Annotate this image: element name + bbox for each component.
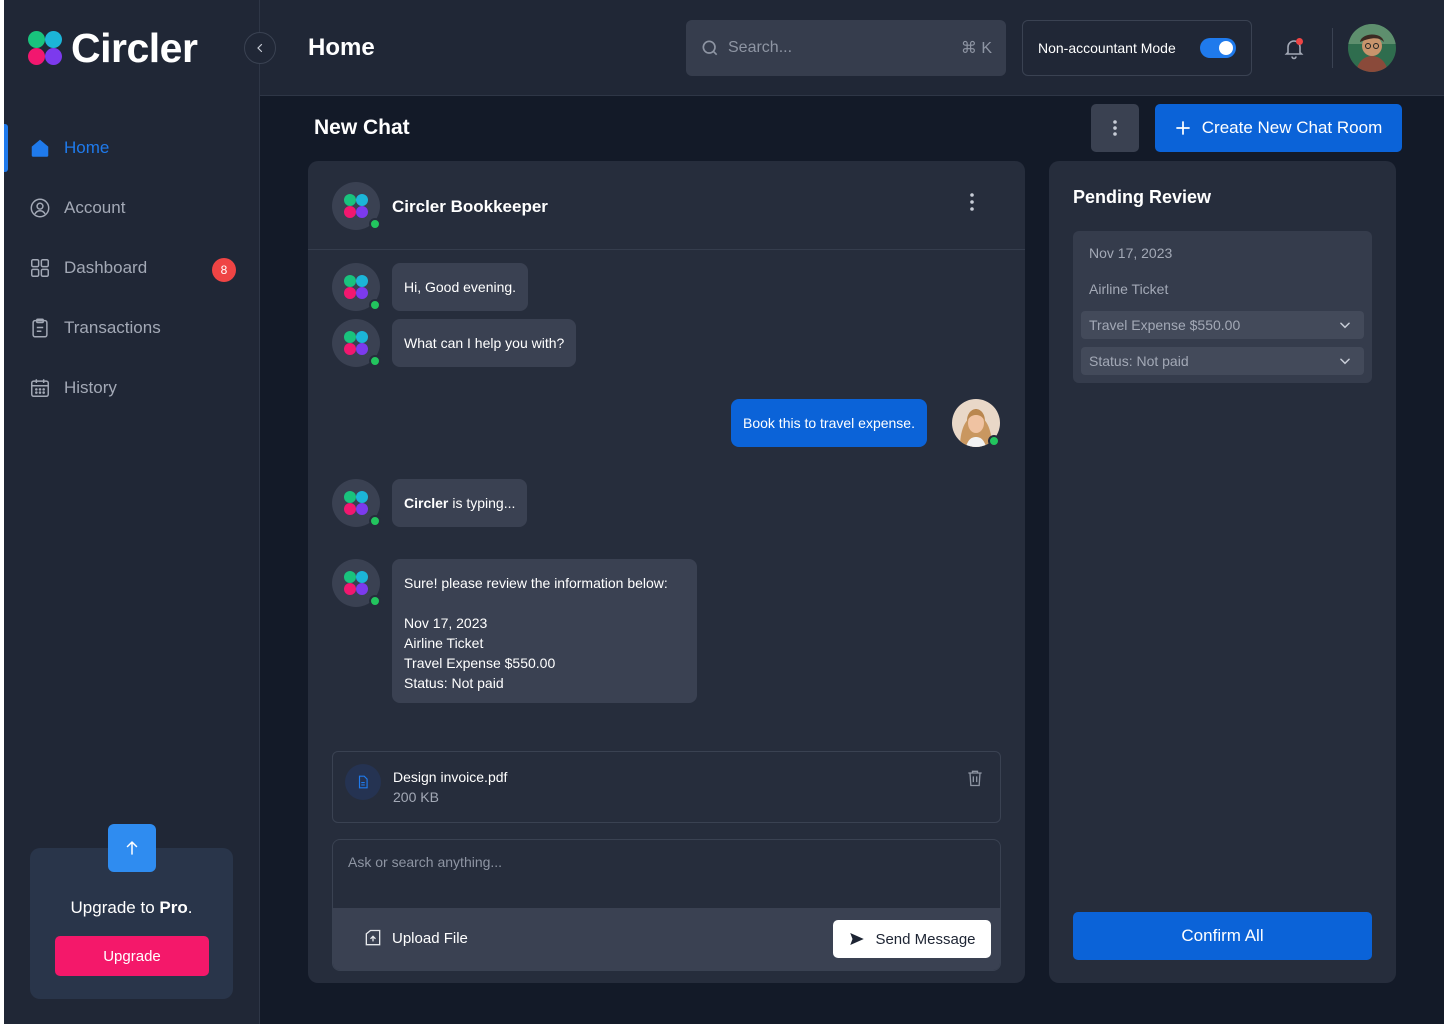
mode-toggle-box: Non-accountant Mode xyxy=(1022,20,1252,76)
mode-toggle[interactable] xyxy=(1200,38,1236,58)
attachment-size: 200 KB xyxy=(393,789,439,805)
review-card: Nov 17, 2023 Airline Ticket Travel Expen… xyxy=(1073,231,1372,383)
sidebar-item-account[interactable]: Account xyxy=(4,178,260,238)
typing-indicator: Circler is typing... xyxy=(392,479,528,527)
app-window: Circler Home Account Dashboard Transacti… xyxy=(4,0,1444,1024)
online-indicator xyxy=(369,595,381,607)
file-icon xyxy=(345,764,381,800)
message-line: Sure! please review the information belo… xyxy=(404,575,668,591)
chat-name: Circler Bookkeeper xyxy=(392,197,548,216)
more-vertical-icon xyxy=(1113,120,1117,136)
message-composer: Upload File Send Message xyxy=(332,839,1001,971)
more-vertical-icon xyxy=(970,193,974,211)
search-input[interactable]: Search... ⌘ K xyxy=(686,20,1006,76)
chevron-left-icon xyxy=(257,43,263,53)
plus-icon xyxy=(1175,121,1190,135)
more-options-button[interactable] xyxy=(1091,104,1139,152)
chat-panel: Circler Bookkeeper Hi, Good evening. Wha… xyxy=(308,161,1025,983)
create-chat-room-button[interactable]: Create New Chat Room xyxy=(1155,104,1402,152)
send-message-button[interactable]: Send Message xyxy=(833,920,991,958)
online-indicator xyxy=(369,355,381,367)
transactions-icon xyxy=(28,316,52,340)
online-indicator xyxy=(369,515,381,527)
upgrade-button[interactable]: Upgrade xyxy=(55,936,209,976)
home-icon xyxy=(28,136,52,160)
chevron-down-icon xyxy=(1340,322,1350,329)
send-message-label: Send Message xyxy=(875,930,976,948)
sidebar-item-home[interactable]: Home xyxy=(4,118,260,178)
send-icon xyxy=(850,933,865,945)
collapse-sidebar-button[interactable] xyxy=(244,32,276,64)
composer-toolbar: Upload File Send Message xyxy=(333,908,1000,970)
brand-name: Circler xyxy=(71,25,198,71)
search-placeholder: Search... xyxy=(728,39,793,56)
bot-avatar xyxy=(332,263,381,311)
search-shortcut: ⌘ K xyxy=(960,40,992,57)
attachment-name: Design invoice.pdf xyxy=(393,769,508,785)
bot-avatar xyxy=(332,182,381,230)
sidebar-item-label: Home xyxy=(64,138,110,157)
chat-options-button[interactable] xyxy=(970,193,982,217)
upload-icon xyxy=(365,929,381,946)
upgrade-text: Upgrade to Pro. xyxy=(70,898,193,917)
message-bubble: What can I help you with? xyxy=(392,319,577,367)
attachment-card: Design invoice.pdf 200 KB xyxy=(332,751,1001,823)
trash-icon xyxy=(968,770,982,787)
message-line: Nov 17, 2023 xyxy=(404,615,488,631)
user-avatar[interactable] xyxy=(1348,24,1396,72)
bot-avatar xyxy=(332,319,381,367)
status-select[interactable]: Status: Not paid xyxy=(1081,347,1364,375)
confirm-all-button[interactable]: Confirm All xyxy=(1073,912,1372,960)
create-chat-room-label: Create New Chat Room xyxy=(1201,118,1383,137)
online-indicator xyxy=(988,435,1000,447)
pending-review-title: Pending Review xyxy=(1073,187,1212,207)
category-value: Travel Expense $550.00 xyxy=(1089,317,1241,333)
page-title: Home xyxy=(308,34,375,61)
upload-file-button[interactable]: Upload File xyxy=(363,928,468,948)
pending-review-panel: Pending Review Nov 17, 2023 Airline Tick… xyxy=(1049,161,1396,983)
message-line: Status: Not paid xyxy=(404,675,504,691)
user-message-bubble: Book this to travel expense. xyxy=(731,399,927,447)
calendar-icon xyxy=(28,376,52,400)
review-message-bubble: Sure! please review the information belo… xyxy=(392,559,697,703)
online-indicator xyxy=(369,218,381,230)
account-icon xyxy=(28,196,52,220)
notification-dot xyxy=(1296,38,1303,45)
section-title: New Chat xyxy=(314,116,410,139)
top-header: Home Search... ⌘ K Non-accountant Mode xyxy=(260,0,1444,96)
sidebar-item-label: Transactions xyxy=(64,318,161,337)
message-bubble: Hi, Good evening. xyxy=(392,263,529,311)
message-line: Airline Ticket xyxy=(404,635,484,651)
message-input[interactable] xyxy=(333,840,1000,908)
sidebar-item-transactions[interactable]: Transactions xyxy=(4,298,260,358)
chat-header: Circler Bookkeeper xyxy=(308,161,1025,250)
upload-file-label: Upload File xyxy=(392,929,468,947)
delete-attachment-button[interactable] xyxy=(965,768,985,793)
sidebar-item-label: Dashboard xyxy=(64,258,148,277)
review-item: Airline Ticket xyxy=(1089,281,1169,297)
arrow-up-icon xyxy=(108,824,156,872)
sidebar-item-label: Account xyxy=(64,198,126,217)
dashboard-icon xyxy=(28,256,52,280)
header-divider xyxy=(1332,28,1333,68)
sidebar-item-label: History xyxy=(64,378,117,397)
bot-avatar xyxy=(332,479,381,527)
status-value: Status: Not paid xyxy=(1089,353,1189,369)
message-line: Travel Expense $550.00 xyxy=(404,655,556,671)
category-select[interactable]: Travel Expense $550.00 xyxy=(1081,311,1364,339)
chevron-down-icon xyxy=(1340,358,1350,365)
sidebar-item-history[interactable]: History xyxy=(4,358,260,418)
online-indicator xyxy=(369,299,381,311)
review-date: Nov 17, 2023 xyxy=(1089,245,1173,261)
sidebar: Circler Home Account Dashboard Transacti… xyxy=(4,0,260,1024)
logo-mark-icon xyxy=(28,31,62,65)
search-icon xyxy=(702,40,718,56)
bot-avatar xyxy=(332,559,381,607)
history-count-badge: 8 xyxy=(212,258,236,282)
brand-logo[interactable]: Circler xyxy=(28,25,198,71)
mode-label: Non-accountant Mode xyxy=(1038,40,1176,56)
